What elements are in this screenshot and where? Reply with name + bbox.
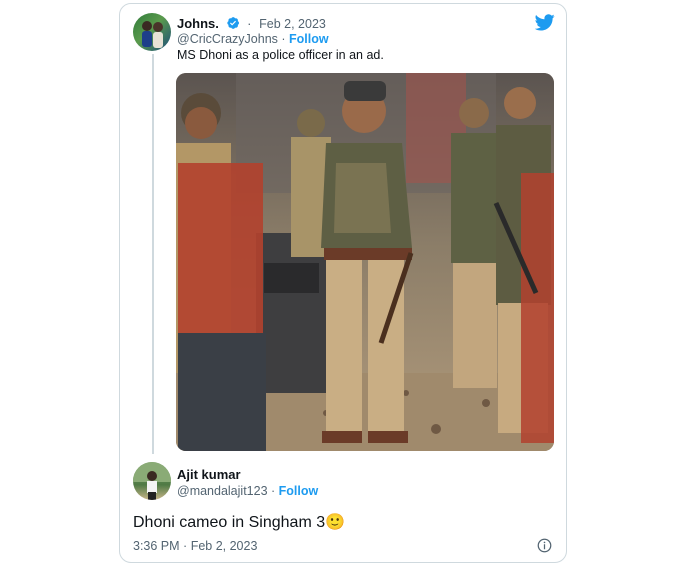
avatar[interactable] bbox=[133, 462, 171, 500]
reply-text: Dhoni cameo in Singham 3🙂 bbox=[133, 514, 346, 531]
reply-author-name[interactable]: Ajit kumar bbox=[177, 467, 241, 482]
author-name[interactable]: Johns. bbox=[177, 16, 219, 31]
author-handle[interactable]: @CricCrazyJohns bbox=[177, 32, 278, 46]
separator-dot: · bbox=[247, 16, 252, 31]
reply-handle-row: @mandalajit123 · Follow bbox=[177, 484, 318, 498]
reply-date: Feb 2, 2023 bbox=[190, 539, 258, 553]
tweet-text: MS Dhoni as a police officer in an ad. bbox=[177, 48, 384, 62]
reply-time: 3:36 PM bbox=[133, 539, 180, 553]
tweet-date[interactable]: Feb 2, 2023 bbox=[259, 17, 326, 31]
verified-badge-icon bbox=[226, 17, 239, 29]
author-name-row: Johns. · Feb 2, 2023 bbox=[177, 16, 326, 31]
reply-author-handle[interactable]: @mandalajit123 bbox=[177, 484, 268, 498]
follow-button[interactable]: Follow bbox=[289, 32, 329, 46]
tweet-photo[interactable] bbox=[176, 73, 554, 451]
separator-dot: · bbox=[281, 32, 290, 46]
separator-dot: · bbox=[183, 539, 191, 553]
avatar[interactable] bbox=[133, 13, 171, 51]
reply-follow-button[interactable]: Follow bbox=[279, 484, 319, 498]
separator-dot: · bbox=[271, 484, 279, 498]
reply-timestamp[interactable]: 3:36 PM · Feb 2, 2023 bbox=[133, 539, 257, 553]
handle-row: @CricCrazyJohns · Follow bbox=[177, 32, 329, 46]
twitter-bird-icon[interactable] bbox=[535, 14, 555, 31]
info-icon[interactable] bbox=[537, 538, 552, 553]
thread-connector-line bbox=[152, 54, 154, 454]
